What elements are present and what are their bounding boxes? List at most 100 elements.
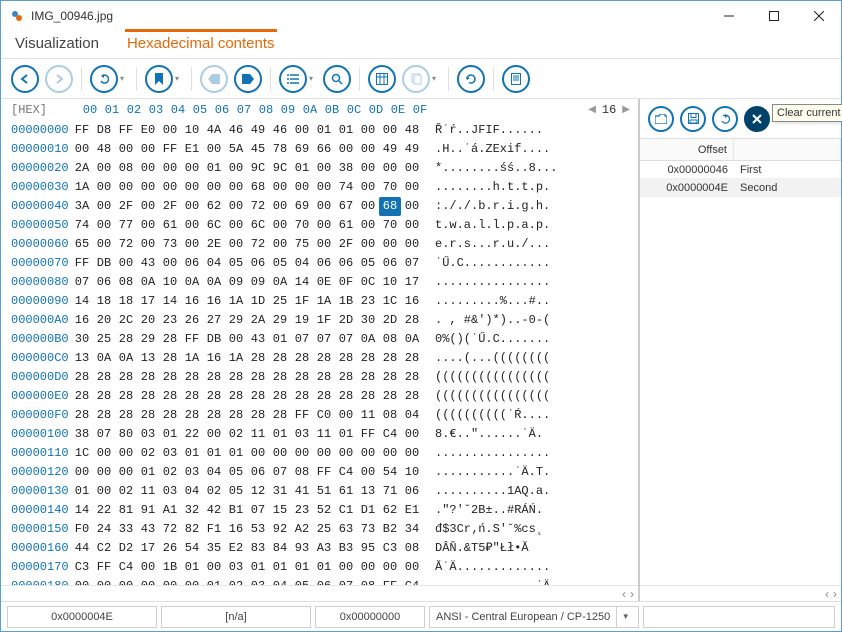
- byte[interactable]: 00: [225, 235, 247, 254]
- byte[interactable]: C1: [335, 501, 357, 520]
- byte[interactable]: 00: [137, 216, 159, 235]
- byte[interactable]: 05: [291, 577, 313, 585]
- byte[interactable]: 00: [335, 558, 357, 577]
- byte[interactable]: 06: [247, 463, 269, 482]
- hex-col[interactable]: 04: [167, 103, 189, 117]
- byte[interactable]: 66: [313, 140, 335, 159]
- col-comment[interactable]: [734, 139, 841, 160]
- byte[interactable]: 00: [137, 577, 159, 585]
- byte[interactable]: 49: [247, 121, 269, 140]
- byte[interactable]: 00: [181, 577, 203, 585]
- byte[interactable]: 00: [357, 178, 379, 197]
- byte[interactable]: 26: [159, 539, 181, 558]
- byte[interactable]: 0E: [313, 273, 335, 292]
- copy-button[interactable]: [402, 65, 430, 93]
- dropdown-icon[interactable]: ▾: [120, 74, 128, 83]
- byte[interactable]: 00: [269, 235, 291, 254]
- byte[interactable]: B2: [379, 520, 401, 539]
- byte[interactable]: 28: [115, 330, 137, 349]
- byte[interactable]: 35: [203, 539, 225, 558]
- byte[interactable]: E1: [181, 140, 203, 159]
- byte[interactable]: 06: [181, 254, 203, 273]
- byte[interactable]: 22: [93, 501, 115, 520]
- byte[interactable]: 28: [115, 387, 137, 406]
- byte[interactable]: 00: [357, 558, 379, 577]
- byte[interactable]: 24: [93, 520, 115, 539]
- byte[interactable]: 49: [379, 140, 401, 159]
- byte[interactable]: 00: [159, 577, 181, 585]
- byte[interactable]: 16: [401, 292, 423, 311]
- byte[interactable]: FF: [291, 406, 313, 425]
- hex-row[interactable]: 000000403A002F002F0062007200690067006800…: [11, 197, 630, 216]
- byte[interactable]: 18: [115, 292, 137, 311]
- hex-row[interactable]: 000000D028282828282828282828282828282828…: [11, 368, 630, 387]
- byte[interactable]: 25: [93, 330, 115, 349]
- byte[interactable]: 04: [203, 463, 225, 482]
- byte[interactable]: D8: [93, 121, 115, 140]
- byte[interactable]: 00: [269, 178, 291, 197]
- dropdown-icon[interactable]: ▾: [432, 74, 440, 83]
- byte[interactable]: 01: [181, 558, 203, 577]
- hex-row[interactable]: 00000090141818171416161A1D251F1A1B231C16…: [11, 292, 630, 311]
- byte[interactable]: C3: [379, 539, 401, 558]
- byte[interactable]: 06: [247, 254, 269, 273]
- byte[interactable]: 9C: [269, 159, 291, 178]
- byte[interactable]: 48: [401, 121, 423, 140]
- dropdown-icon[interactable]: ▾: [175, 74, 183, 83]
- byte[interactable]: 28: [203, 387, 225, 406]
- byte[interactable]: 01: [269, 330, 291, 349]
- byte[interactable]: 28: [379, 368, 401, 387]
- byte[interactable]: 00: [71, 140, 93, 159]
- hex-row[interactable]: 000000B03025282928FFDB0043010707070A080A…: [11, 330, 630, 349]
- byte[interactable]: 27: [203, 311, 225, 330]
- byte[interactable]: 00: [203, 425, 225, 444]
- byte[interactable]: 6C: [203, 216, 225, 235]
- byte[interactable]: 77: [115, 216, 137, 235]
- hex-col[interactable]: 01: [101, 103, 123, 117]
- byte[interactable]: 32: [181, 501, 203, 520]
- byte[interactable]: 62: [203, 197, 225, 216]
- search-button[interactable]: [323, 65, 351, 93]
- byte[interactable]: 00: [291, 444, 313, 463]
- byte[interactable]: 74: [335, 178, 357, 197]
- byte[interactable]: 2F: [335, 235, 357, 254]
- byte[interactable]: E1: [401, 501, 423, 520]
- byte[interactable]: 00: [137, 178, 159, 197]
- byte[interactable]: 00: [313, 235, 335, 254]
- byte[interactable]: 28: [225, 368, 247, 387]
- byte[interactable]: 16: [225, 520, 247, 539]
- byte[interactable]: 28: [159, 406, 181, 425]
- byte[interactable]: 00: [225, 159, 247, 178]
- byte[interactable]: 28: [159, 349, 181, 368]
- grid-body[interactable]: 0x00000046First0x0000004ESecond: [640, 161, 841, 585]
- byte[interactable]: 9C: [247, 159, 269, 178]
- byte[interactable]: 41: [291, 482, 313, 501]
- byte[interactable]: 28: [357, 387, 379, 406]
- byte[interactable]: 5A: [225, 140, 247, 159]
- byte[interactable]: 12: [247, 482, 269, 501]
- scroll-right-icon[interactable]: ›: [630, 587, 634, 601]
- byte[interactable]: 04: [291, 254, 313, 273]
- byte[interactable]: 00: [313, 159, 335, 178]
- byte[interactable]: 61: [159, 216, 181, 235]
- byte[interactable]: 0A: [269, 273, 291, 292]
- byte[interactable]: 28: [203, 406, 225, 425]
- byte[interactable]: 08: [379, 330, 401, 349]
- byte[interactable]: 00: [93, 235, 115, 254]
- byte[interactable]: 23: [291, 501, 313, 520]
- status-encoding[interactable]: ANSI - Central European / CP-1250 ▼: [429, 606, 639, 628]
- side-hscroll[interactable]: ‹ ›: [640, 585, 841, 601]
- byte[interactable]: FF: [71, 254, 93, 273]
- byte[interactable]: 72: [247, 197, 269, 216]
- byte[interactable]: 02: [203, 482, 225, 501]
- hex-col[interactable]: 0C: [343, 103, 365, 117]
- hex-row[interactable]: 000000507400770061006C006C00700061007000…: [11, 216, 630, 235]
- byte[interactable]: 25: [313, 520, 335, 539]
- byte[interactable]: 05: [225, 463, 247, 482]
- byte[interactable]: 00: [401, 425, 423, 444]
- address[interactable]: 00000070: [11, 254, 71, 273]
- hex-col[interactable]: 07: [233, 103, 255, 117]
- byte[interactable]: 72: [159, 520, 181, 539]
- byte[interactable]: FF: [115, 121, 137, 140]
- save-button[interactable]: [680, 106, 706, 132]
